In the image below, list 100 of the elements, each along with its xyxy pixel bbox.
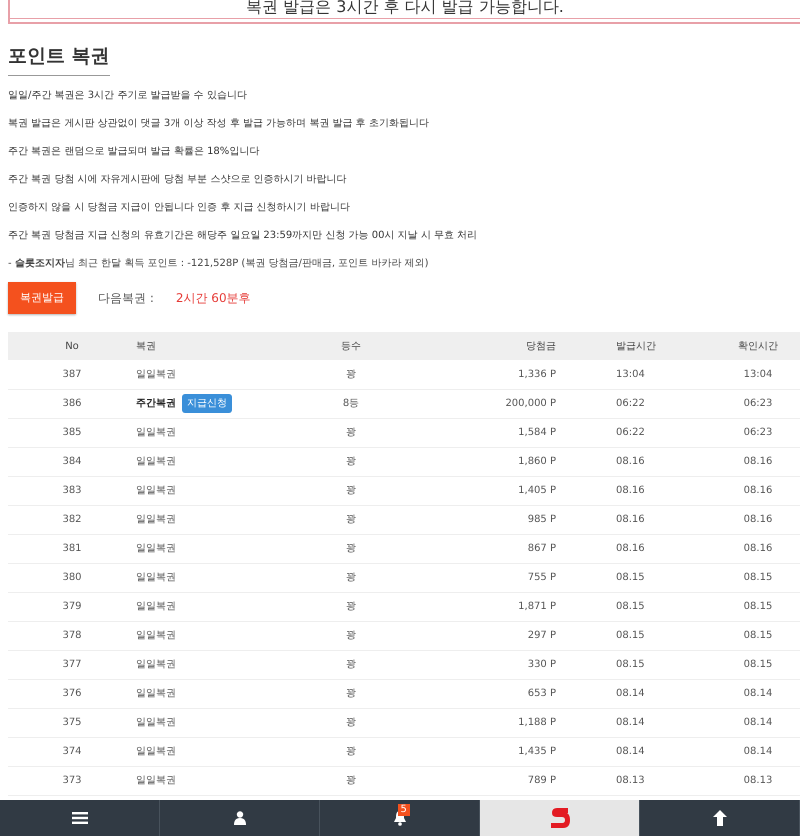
table-cell: 일일복권 (136, 659, 176, 670)
table-cell: 꽝 (286, 418, 416, 447)
table-cell: 374 (8, 737, 136, 766)
table-cell: 985 P (416, 505, 566, 534)
table-cell: 381 (8, 534, 136, 563)
table-cell: 387 (8, 360, 136, 389)
table-cell: 일일복권 (136, 601, 176, 612)
table-cell: 1,188 P (416, 708, 566, 737)
table-cell: 380 (8, 563, 136, 592)
table-cell: 08.15 (716, 592, 800, 621)
table-cell: 789 P (416, 766, 566, 795)
table-cell: 08.16 (716, 505, 800, 534)
table-cell: 06:22 (566, 418, 716, 447)
arrow-up-icon (712, 810, 726, 826)
table-cell: 297 P (416, 621, 566, 650)
table-cell: 꽝 (286, 534, 416, 563)
notice-text: 주간 복권 당첨금 지급 신청의 유효기간은 해당주 일요일 23:59까지만 신청 가능 00시 지날 시 무효 처리 (8, 230, 478, 242)
menu-icon (72, 811, 88, 825)
table-cell: 일일복권 (136, 543, 176, 554)
table-cell: 주간복권 (136, 398, 176, 409)
alert-banner: 복권 발급은 3시간 후 다시 발급 가능합니다. (8, 0, 800, 24)
table-cell: 08.14 (566, 679, 716, 708)
table-cell: 1,860 P (416, 447, 566, 476)
table-cell: 08.14 (716, 679, 800, 708)
table-cell: 08.15 (566, 650, 716, 679)
table-cell: 1,336 P (416, 360, 566, 389)
notification-count: 5 (398, 804, 410, 816)
table-cell: 꽝 (286, 505, 416, 534)
table-cell: 08.16 (716, 447, 800, 476)
table-cell: 꽝 (286, 360, 416, 389)
table-cell: 일일복권 (136, 775, 176, 786)
table-cell: 385 (8, 418, 136, 447)
table-cell: 일일복권 (136, 427, 176, 438)
table-cell: 382 (8, 505, 136, 534)
table-cell: 일일복권 (136, 485, 176, 496)
table-cell: 1,435 P (416, 737, 566, 766)
table-cell: 330 P (416, 650, 566, 679)
next-lottery-label: 다음복권 : (98, 290, 154, 307)
table-cell: 일일복권 (136, 630, 176, 641)
column-header: No (8, 332, 136, 360)
table-cell: 08.15 (716, 621, 800, 650)
column-header: 당첨금 (416, 332, 566, 360)
table-cell: 08.16 (566, 447, 716, 476)
table-cell: 200,000 P (416, 389, 566, 418)
table-cell: 일일복권 (136, 746, 176, 757)
notice-text: 주간 복권 당첨 시에 자유게시판에 당첨 부분 스샷으로 인증하시기 바랍니다 (8, 174, 348, 186)
table-cell: 꽝 (286, 563, 416, 592)
notice-text: 일일/주간 복권은 3시간 주기로 발급받을 수 있습니다 (8, 90, 248, 102)
table-cell: 꽝 (286, 621, 416, 650)
column-header: 등수 (286, 332, 416, 360)
table-cell: 08.14 (716, 737, 800, 766)
table-cell: 꽝 (286, 592, 416, 621)
table-cell: 일일복권 (136, 717, 176, 728)
notice-text: 주간 복권은 랜덤으로 발급되며 발급 확률은 18%입니다 (8, 146, 260, 158)
table-cell: 08.14 (566, 737, 716, 766)
table-cell: 꽝 (286, 679, 416, 708)
table-cell: 1,871 P (416, 592, 566, 621)
issue-button[interactable]: 복권발급 (8, 282, 76, 314)
column-header: 확인시간 (716, 332, 800, 360)
payout-request-button[interactable]: 지급신청 (182, 394, 232, 413)
table-cell: 13:04 (566, 360, 716, 389)
table-cell: 08.14 (716, 708, 800, 737)
table-cell: 08.16 (566, 534, 716, 563)
table-cell: 1,405 P (416, 476, 566, 505)
table-cell: 08.15 (566, 563, 716, 592)
table-cell: 386 (8, 389, 136, 418)
table-cell: 08.16 (566, 476, 716, 505)
table-cell: 08.15 (566, 621, 716, 650)
table-cell: 06:23 (716, 418, 800, 447)
table-cell: 06:22 (566, 389, 716, 418)
table-cell: 08.15 (716, 650, 800, 679)
table-cell: 13:04 (716, 360, 800, 389)
nav-tab[interactable] (480, 800, 640, 836)
table-cell: 383 (8, 476, 136, 505)
table-cell: 08.16 (716, 476, 800, 505)
nav-tab[interactable]: 5 (320, 800, 480, 836)
table-cell: 일일복권 (136, 688, 176, 699)
user-icon (234, 811, 246, 825)
table-cell: 377 (8, 650, 136, 679)
table-cell: 일일복권 (136, 368, 176, 380)
table-cell: 꽝 (286, 447, 416, 476)
table-cell: 08.16 (716, 534, 800, 563)
table-cell: 08.15 (566, 592, 716, 621)
notice-text: 복권 발급은 게시판 상관없이 댓글 3개 이상 작성 후 발급 가능하며 복권 발급 후 초기화됩니다 (8, 118, 430, 130)
table-cell: 꽝 (286, 737, 416, 766)
table-cell: 꽝 (286, 708, 416, 737)
table-cell: 일일복권 (136, 456, 176, 467)
table-cell: 꽝 (286, 650, 416, 679)
logo-icon (548, 805, 570, 831)
table-cell: 867 P (416, 534, 566, 563)
table-cell: 일일복권 (136, 572, 176, 583)
table-cell: 8등 (286, 389, 416, 418)
table-cell: 379 (8, 592, 136, 621)
column-header: 발급시간 (566, 332, 716, 360)
table-cell: 꽝 (286, 766, 416, 795)
table-cell: 꽝 (286, 476, 416, 505)
nav-tab[interactable] (0, 800, 160, 836)
notice-text: 인증하지 않을 시 당첨금 지급이 안됩니다 인증 후 지급 신청하시기 바랍니다 (8, 202, 351, 214)
next-lottery-time: 2시간 60분후 (176, 290, 251, 307)
table-cell: 일일복권 (136, 514, 176, 525)
